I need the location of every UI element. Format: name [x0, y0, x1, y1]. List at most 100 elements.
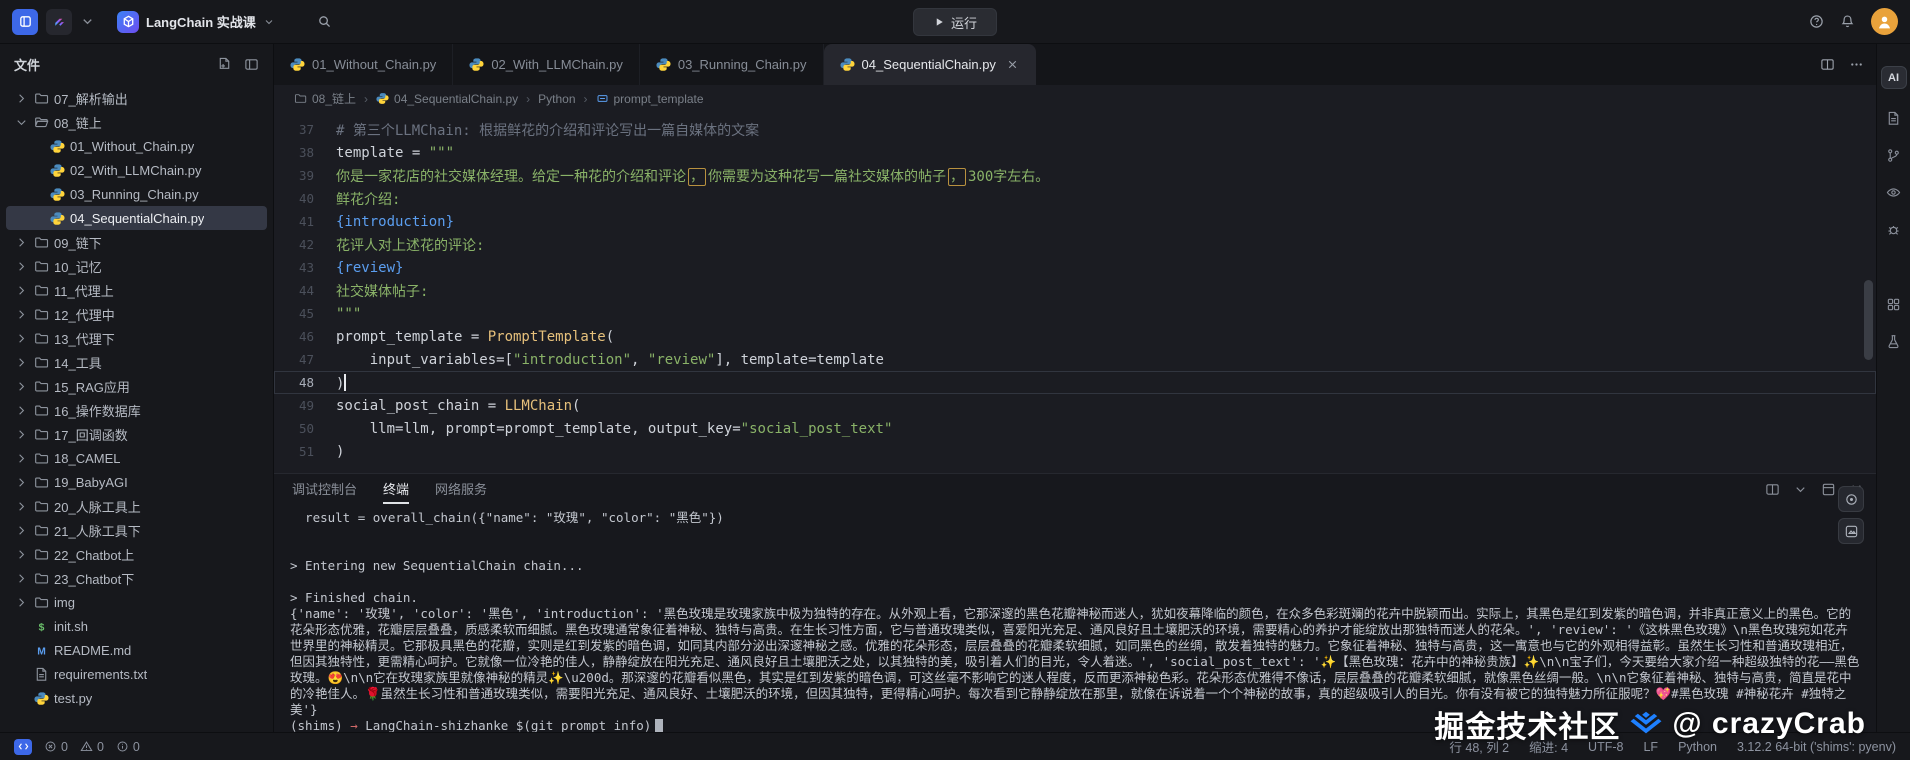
- panel-tab[interactable]: 调试控制台: [292, 474, 357, 504]
- chevron-right-icon: [14, 355, 29, 370]
- file-tree-item[interactable]: 19_BabyAGI: [6, 470, 267, 494]
- line-number: 38: [274, 145, 336, 160]
- terminal-float-button-frame[interactable]: [1838, 518, 1864, 544]
- file-tree-item[interactable]: 23_Chatbot下: [6, 566, 267, 590]
- symbol-icon: [596, 92, 609, 105]
- editor-tab[interactable]: 04_SequentialChain.py: [824, 44, 1036, 85]
- editor-tab[interactable]: 01_Without_Chain.py: [274, 44, 453, 85]
- breadcrumb-item[interactable]: Python: [538, 92, 575, 106]
- infos-count[interactable]: 0: [116, 740, 140, 754]
- split-terminal-icon[interactable]: [1765, 482, 1780, 497]
- beaker-icon[interactable]: [1886, 334, 1901, 349]
- tab-close-icon[interactable]: [1005, 57, 1020, 72]
- file-tree-item[interactable]: 01_Without_Chain.py: [6, 134, 267, 158]
- file-tree-item[interactable]: 10_记忆: [6, 254, 267, 278]
- breadcrumb-item[interactable]: 04_SequentialChain.py: [376, 92, 518, 106]
- app-menu-chevron-icon[interactable]: [80, 14, 95, 29]
- notifications-bell-icon[interactable]: [1840, 14, 1855, 29]
- file-tree-item[interactable]: 14_工具: [6, 350, 267, 374]
- chevron-right-icon: [14, 379, 29, 394]
- file-name: 18_CAMEL: [54, 451, 120, 466]
- python-interpreter[interactable]: 3.12.2 64-bit ('shims': pyenv): [1737, 740, 1896, 754]
- split-editor-icon[interactable]: [1820, 57, 1835, 72]
- line-number: 51: [274, 444, 336, 459]
- terminal-float-button-circle[interactable]: [1838, 486, 1864, 512]
- file-tree-item[interactable]: 13_代理下: [6, 326, 267, 350]
- editor-scrollbar[interactable]: [1864, 280, 1873, 360]
- file-tree-item[interactable]: 22_Chatbot上: [6, 542, 267, 566]
- chevron-right-icon: [14, 523, 29, 538]
- apps-grid-icon[interactable]: [1886, 297, 1901, 312]
- file-tree-item[interactable]: 15_RAG应用: [6, 374, 267, 398]
- run-button[interactable]: 运行: [913, 8, 997, 36]
- file-tree-item[interactable]: 02_With_LLMChain.py: [6, 158, 267, 182]
- file-tree-item[interactable]: 17_回调函数: [6, 422, 267, 446]
- warnings-count[interactable]: 0: [80, 740, 104, 754]
- file-tree-item[interactable]: 03_Running_Chain.py: [6, 182, 267, 206]
- eye-icon[interactable]: [1886, 185, 1901, 200]
- file-tree-item[interactable]: 20_人脉工具上: [6, 494, 267, 518]
- app-logo-icon[interactable]: [46, 9, 72, 35]
- file-tree-item[interactable]: 18_CAMEL: [6, 446, 267, 470]
- user-avatar[interactable]: [1871, 8, 1898, 35]
- code-line: 41{introduction}: [274, 210, 1876, 233]
- file-tree-item[interactable]: 11_代理上: [6, 278, 267, 302]
- code-line: 49social_post_chain = LLMChain(: [274, 394, 1876, 417]
- indent-setting[interactable]: 缩进: 4: [1529, 737, 1568, 756]
- remote-indicator-icon[interactable]: [14, 739, 32, 755]
- file-tree: 07_解析输出08_链上01_Without_Chain.py02_With_L…: [0, 84, 273, 732]
- breadcrumb-item[interactable]: prompt_template: [596, 92, 704, 106]
- help-icon[interactable]: [1809, 14, 1824, 29]
- folder-icon: [34, 571, 49, 586]
- file-tree-item[interactable]: 04_SequentialChain.py: [6, 206, 267, 230]
- file-name: 11_代理上: [54, 281, 114, 300]
- panel-tab[interactable]: 终端: [383, 474, 409, 504]
- file-tree-item[interactable]: img: [6, 590, 267, 614]
- file-tree-item[interactable]: 12_代理中: [6, 302, 267, 326]
- editor-tab[interactable]: 02_With_LLMChain.py: [453, 44, 640, 85]
- right-activity-bar: AI: [1876, 44, 1910, 732]
- project-name: LangChain 实战课: [146, 12, 256, 31]
- breadcrumb-item[interactable]: 08_链上: [294, 90, 356, 107]
- python-icon: [34, 691, 49, 706]
- file-tree-item[interactable]: requirements.txt: [6, 662, 267, 686]
- project-switcher[interactable]: LangChain 实战课: [109, 8, 283, 36]
- branch-icon[interactable]: [1886, 148, 1901, 163]
- docs-icon[interactable]: [1886, 111, 1901, 126]
- search-icon[interactable]: [317, 14, 332, 29]
- errors-count[interactable]: 0: [44, 740, 68, 754]
- line-number: 44: [274, 283, 336, 298]
- bug-icon[interactable]: [1886, 222, 1901, 237]
- tabbar-actions: [1820, 44, 1876, 85]
- file-tree-item[interactable]: test.py: [6, 686, 267, 710]
- file-name: 13_代理下: [54, 329, 115, 348]
- file-tree-item[interactable]: 16_操作数据库: [6, 398, 267, 422]
- new-file-icon[interactable]: [217, 57, 232, 72]
- more-actions-icon[interactable]: [1849, 57, 1864, 72]
- folder-icon: [34, 235, 49, 250]
- panel-tab[interactable]: 网络服务: [435, 474, 487, 504]
- statusbar-right: 行 48, 列 2 缩进: 4 UTF-8 LF Python 3.12.2 6…: [1449, 737, 1896, 756]
- file-tree-item[interactable]: 07_解析输出: [6, 86, 267, 110]
- language-mode[interactable]: Python: [1678, 740, 1717, 754]
- file-tree-item[interactable]: MREADME.md: [6, 638, 267, 662]
- terminal[interactable]: result = overall_chain({"name": "玫瑰", "c…: [274, 504, 1876, 732]
- file-tree-item[interactable]: 09_链下: [6, 230, 267, 254]
- folder-icon: [34, 427, 49, 442]
- ai-panel-button[interactable]: AI: [1881, 66, 1907, 89]
- cursor-position[interactable]: 行 48, 列 2: [1449, 737, 1509, 756]
- encoding[interactable]: UTF-8: [1588, 740, 1623, 754]
- file-tree-item[interactable]: 08_链上: [6, 110, 267, 134]
- collapse-explorer-icon[interactable]: [244, 57, 259, 72]
- workspace-icon[interactable]: [12, 9, 38, 35]
- maximize-panel-icon[interactable]: [1821, 482, 1836, 497]
- folder-icon: [34, 283, 49, 298]
- code-editor[interactable]: 37# 第三个LLMChain: 根据鲜花的介绍和评论写出一篇自媒体的文案38t…: [274, 112, 1876, 473]
- file-name: 10_记忆: [54, 257, 102, 276]
- file-name: img: [54, 595, 75, 610]
- eol-setting[interactable]: LF: [1643, 740, 1658, 754]
- panel-chevron-down-icon[interactable]: [1793, 482, 1808, 497]
- file-tree-item[interactable]: 21_人脉工具下: [6, 518, 267, 542]
- editor-tab[interactable]: 03_Running_Chain.py: [640, 44, 824, 85]
- file-tree-item[interactable]: $init.sh: [6, 614, 267, 638]
